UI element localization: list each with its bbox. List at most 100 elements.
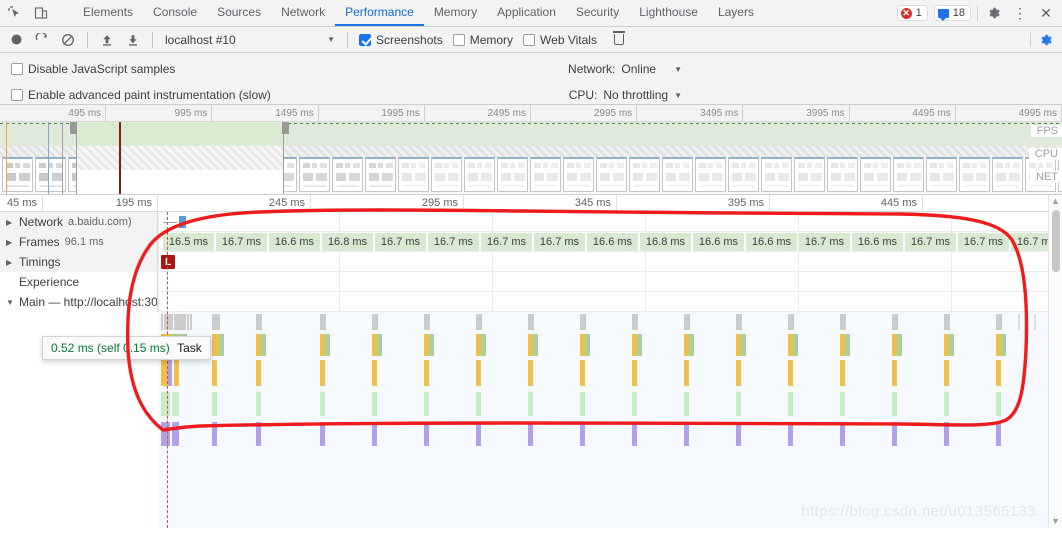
flame-bar[interactable] <box>219 334 224 356</box>
flame-bar[interactable] <box>788 422 793 446</box>
flame-bar[interactable] <box>320 392 325 416</box>
flame-bar[interactable] <box>1018 314 1020 330</box>
sidebar-item-frames[interactable]: ▶ Frames 96.1 ms <box>0 232 158 252</box>
clear-prohibited-icon[interactable] <box>57 30 79 50</box>
flame-bar[interactable] <box>320 422 325 446</box>
flame-bar[interactable] <box>186 314 189 330</box>
flame-bar[interactable] <box>528 314 534 330</box>
filmstrip-thumbnail[interactable] <box>431 157 462 192</box>
flame-bar[interactable] <box>325 334 330 356</box>
filmstrip-thumbnail[interactable] <box>662 157 693 192</box>
frame-block[interactable]: 16.6 ms <box>852 233 903 251</box>
flame-bar[interactable] <box>741 334 746 356</box>
frame-block[interactable]: 16.8 ms <box>640 233 691 251</box>
track-network[interactable]: ▶ Network a.baidu.com) <box>0 212 1062 232</box>
flame-bar[interactable] <box>372 422 377 446</box>
flame-bar[interactable] <box>424 314 430 330</box>
flame-bar[interactable] <box>892 360 897 386</box>
filmstrip-thumbnail[interactable] <box>695 157 726 192</box>
flame-bar[interactable] <box>372 314 378 330</box>
flame-bar[interactable] <box>788 314 794 330</box>
tab-application[interactable]: Application <box>487 0 566 26</box>
flame-bar[interactable] <box>944 392 949 416</box>
flame-bar[interactable] <box>845 334 850 356</box>
flame-bar[interactable] <box>429 334 434 356</box>
flame-bar[interactable] <box>533 334 538 356</box>
flame-chart-area[interactable]: 45 ms 195 ms 245 ms 295 ms 345 ms 395 ms 445 m… <box>0 195 1062 528</box>
frame-block[interactable]: 16.7 ms <box>216 233 267 251</box>
flame-bar[interactable] <box>424 392 429 416</box>
filmstrip-thumbnail[interactable] <box>530 157 561 192</box>
flame-bar[interactable] <box>476 392 481 416</box>
filmstrip-thumbnail[interactable] <box>827 157 858 192</box>
tab-sources[interactable]: Sources <box>207 0 271 26</box>
frame-block[interactable]: 16.7 ms <box>534 233 585 251</box>
flame-bar[interactable] <box>944 422 949 446</box>
frame-block[interactable]: 16.6 ms <box>269 233 320 251</box>
sidebar-item-network[interactable]: ▶ Network a.baidu.com) <box>0 212 158 232</box>
timeline-overview[interactable]: 495 ms 995 ms 1495 ms 1995 ms 2495 ms 2995 ms… <box>0 105 1062 195</box>
flame-bar[interactable] <box>212 360 217 386</box>
flame-bar[interactable] <box>996 314 1002 330</box>
screenshots-checkbox[interactable]: Screenshots <box>356 33 446 47</box>
flame-bar[interactable] <box>580 360 585 386</box>
flame-bar[interactable] <box>424 422 429 446</box>
flame-bar[interactable] <box>481 334 486 356</box>
flame-bar[interactable] <box>632 392 637 416</box>
flame-bar[interactable] <box>689 334 694 356</box>
filmstrip-thumbnail[interactable] <box>926 157 957 192</box>
flame-bar[interactable] <box>632 422 637 446</box>
flame-bar[interactable] <box>996 360 1001 386</box>
flame-bar[interactable] <box>736 314 742 330</box>
flame-bar[interactable] <box>944 360 949 386</box>
save-profile-down-arrow-icon[interactable] <box>122 30 144 50</box>
flame-bar[interactable] <box>684 314 690 330</box>
flame-bar[interactable] <box>212 314 220 330</box>
inspect-cursor-icon[interactable] <box>6 5 23 22</box>
flame-bar[interactable] <box>580 314 586 330</box>
filmstrip-thumbnail[interactable] <box>728 157 759 192</box>
profile-select[interactable]: localhost #10 ▼ <box>161 30 339 49</box>
flame-bar[interactable] <box>736 360 741 386</box>
filmstrip-thumbnail[interactable] <box>596 157 627 192</box>
tab-performance[interactable]: Performance <box>335 0 424 26</box>
frame-block[interactable]: 16.7 ms <box>905 233 956 251</box>
trash-icon[interactable] <box>608 30 630 50</box>
memory-checkbox[interactable]: Memory <box>450 33 516 47</box>
tab-security[interactable]: Security <box>566 0 629 26</box>
flame-bar[interactable] <box>736 392 741 416</box>
flame-bar[interactable] <box>476 422 481 446</box>
flame-bar[interactable] <box>170 314 173 330</box>
tab-console[interactable]: Console <box>143 0 207 26</box>
filmstrip-thumbnail[interactable] <box>497 157 528 192</box>
overview-right-handle[interactable] <box>282 122 289 134</box>
device-toolbar-icon[interactable] <box>32 5 49 22</box>
flame-bar[interactable] <box>256 314 262 330</box>
flame-bar[interactable] <box>476 314 482 330</box>
flame-bar[interactable] <box>949 334 954 356</box>
flame-bar[interactable] <box>892 314 898 330</box>
error-count-badge[interactable]: ✕ 1 <box>896 5 928 21</box>
flame-bar[interactable] <box>632 360 637 386</box>
tab-lighthouse[interactable]: Lighthouse <box>629 0 708 26</box>
flame-bar[interactable] <box>585 334 590 356</box>
frame-block[interactable]: 16.7 ms <box>481 233 532 251</box>
flame-bar[interactable] <box>528 392 533 416</box>
frame-block[interactable]: 16.7 ms <box>958 233 1009 251</box>
flame-bar[interactable] <box>212 422 217 446</box>
flame-bar[interactable] <box>261 334 266 356</box>
sidebar-item-timings[interactable]: ▶ Timings <box>0 252 158 272</box>
frame-block[interactable]: 16.6 ms <box>746 233 797 251</box>
scrollbar-thumb[interactable] <box>1052 210 1060 272</box>
tab-memory[interactable]: Memory <box>424 0 487 26</box>
filmstrip-thumbnail[interactable] <box>761 157 792 192</box>
flame-bar[interactable] <box>788 360 793 386</box>
flame-chart-canvas[interactable] <box>158 312 1048 528</box>
sidebar-item-experience[interactable]: Experience <box>0 272 158 292</box>
flame-bar[interactable] <box>840 314 846 330</box>
flame-bar[interactable] <box>892 392 897 416</box>
flame-bar[interactable] <box>637 334 642 356</box>
timing-marker-load[interactable]: L <box>161 255 175 269</box>
frame-block[interactable]: 16.8 ms <box>322 233 373 251</box>
flame-bar[interactable] <box>580 422 585 446</box>
